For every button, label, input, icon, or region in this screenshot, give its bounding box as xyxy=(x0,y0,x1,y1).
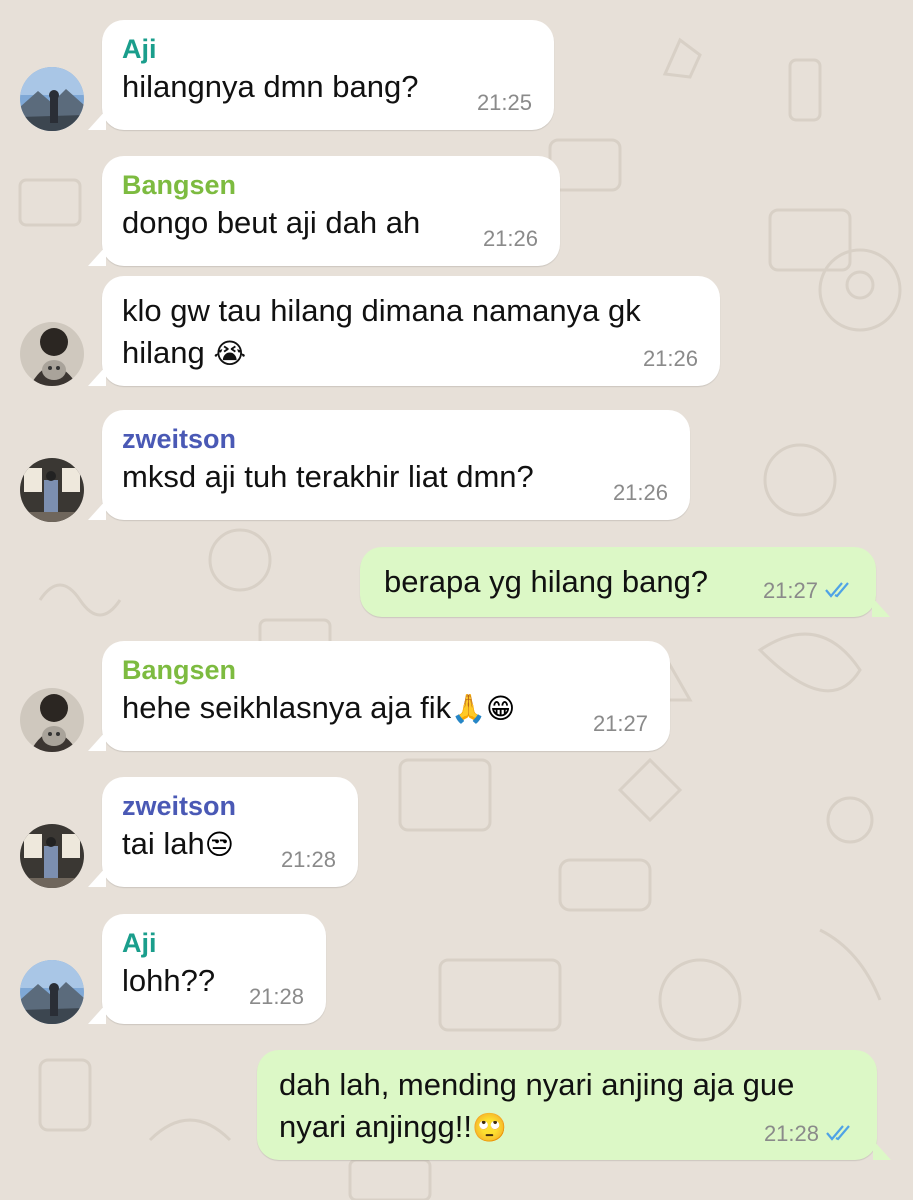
sender-name[interactable]: Aji xyxy=(122,926,304,960)
message-text: mksd aji tuh terakhir liat dmn? xyxy=(122,459,534,494)
message-text: hehe seikhlasnya aja fik xyxy=(122,690,452,725)
message-text: klo gw tau hilang dimana namanya gk xyxy=(122,293,641,328)
message-time: 21:26 xyxy=(642,346,698,371)
message-time: 21:26 xyxy=(482,226,538,251)
outgoing-message-bubble[interactable]: berapa yg hilang bang? 21:27 xyxy=(360,547,890,617)
gallery-avatar-image xyxy=(20,458,84,522)
pray-grin-emoji: 🙏😁 xyxy=(451,692,516,725)
read-double-check-icon xyxy=(824,579,854,605)
message-text-line2: nyari anjingg!! xyxy=(279,1109,473,1144)
message-time: 21:26 xyxy=(612,480,668,505)
message-bubble[interactable]: Bangsen dongo beut aji dah ah 21:26 xyxy=(88,156,560,266)
message-time: 21:28 xyxy=(280,847,336,872)
unamused-face-emoji: 😒 xyxy=(204,828,234,861)
mountain-avatar-image xyxy=(20,960,84,1024)
message-time: 21:27 xyxy=(762,577,818,603)
gallery-avatar-image xyxy=(20,824,84,888)
sender-name[interactable]: Aji xyxy=(122,32,532,66)
message-list[interactable]: Aji hilangnya dmn bang? 21:25 Bangsen do… xyxy=(0,0,913,1200)
message-bubble[interactable]: Aji hilangnya dmn bang? 21:25 xyxy=(88,20,554,130)
person-with-cat-avatar[interactable] xyxy=(20,322,84,386)
read-double-check-icon xyxy=(825,1122,855,1148)
person-with-cat-avatar-image xyxy=(20,322,84,386)
message-text: lohh?? xyxy=(122,963,216,998)
sender-name[interactable]: Bangsen xyxy=(122,168,538,202)
eye-roll-emoji: 🙄 xyxy=(472,1111,507,1144)
sender-name[interactable]: zweitson xyxy=(122,789,336,823)
message-text-line2: hilang xyxy=(122,335,205,370)
message-text: hilangnya dmn bang? xyxy=(122,69,419,104)
message-time: 21:28 xyxy=(248,984,304,1009)
sender-name[interactable]: zweitson xyxy=(122,422,668,456)
gallery-avatar[interactable] xyxy=(20,458,84,522)
message-bubble[interactable]: klo gw tau hilang dimana namanya gk hila… xyxy=(88,276,720,386)
message-bubble[interactable]: Aji lohh?? 21:28 xyxy=(88,914,326,1024)
outgoing-message-bubble[interactable]: dah lah, mending nyari anjing aja gue ny… xyxy=(257,1050,891,1160)
person-with-cat-avatar[interactable] xyxy=(20,688,84,752)
crying-face-emoji: 😭 xyxy=(213,337,247,370)
message-bubble[interactable]: Bangsen hehe seikhlasnya aja fik🙏😁 21:27 xyxy=(88,641,670,751)
gallery-avatar[interactable] xyxy=(20,824,84,888)
message-time: 21:27 xyxy=(592,711,648,736)
mountain-avatar[interactable] xyxy=(20,960,84,1024)
sender-name[interactable]: Bangsen xyxy=(122,653,648,687)
message-text: tai lah xyxy=(122,826,205,861)
message-bubble[interactable]: zweitson tai lah😒 21:28 xyxy=(88,777,358,887)
person-with-cat-avatar-image xyxy=(20,688,84,752)
message-time: 21:28 xyxy=(763,1120,819,1146)
message-text: berapa yg hilang bang? xyxy=(384,564,709,599)
message-text: dah lah, mending nyari anjing aja gue xyxy=(279,1067,795,1102)
message-time: 21:25 xyxy=(476,90,532,115)
mountain-avatar-image xyxy=(20,67,84,131)
message-text: dongo beut aji dah ah xyxy=(122,205,421,240)
mountain-avatar[interactable] xyxy=(20,67,84,131)
message-bubble[interactable]: zweitson mksd aji tuh terakhir liat dmn?… xyxy=(88,410,690,520)
